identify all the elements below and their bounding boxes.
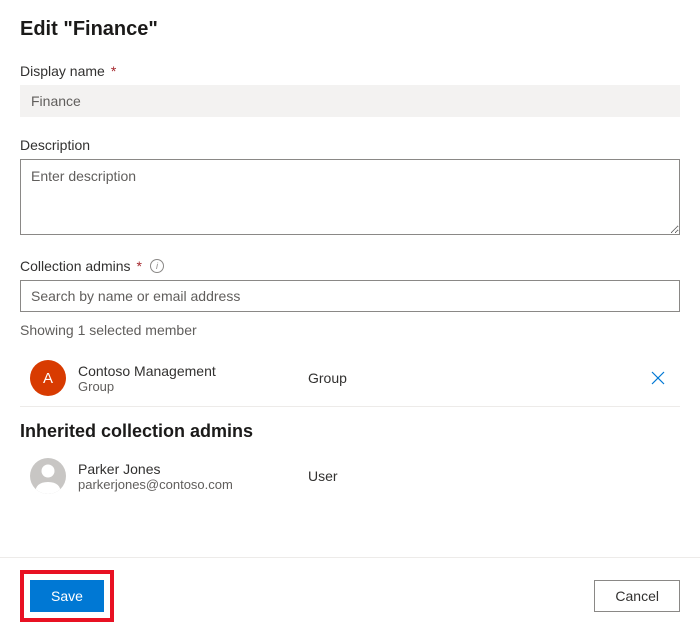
- group-avatar: A: [30, 360, 66, 396]
- description-textarea[interactable]: [20, 159, 680, 235]
- showing-count: Showing 1 selected member: [20, 322, 680, 338]
- description-label: Description: [20, 137, 680, 153]
- close-icon: [651, 371, 665, 385]
- member-subtitle: parkerjones@contoso.com: [78, 477, 308, 492]
- person-icon: [30, 458, 66, 494]
- display-name-label: Display name*: [20, 63, 680, 79]
- member-type: User: [308, 468, 672, 484]
- required-indicator: *: [137, 258, 142, 274]
- cancel-button[interactable]: Cancel: [594, 580, 680, 612]
- member-name: Parker Jones: [78, 461, 308, 477]
- collection-admins-search-input[interactable]: [20, 280, 680, 312]
- page-title: Edit "Finance": [20, 18, 680, 41]
- footer: Save Cancel: [0, 557, 700, 622]
- save-button[interactable]: Save: [30, 580, 104, 612]
- remove-member-button[interactable]: [644, 364, 672, 392]
- member-name: Contoso Management: [78, 363, 308, 379]
- member-type: Group: [308, 370, 644, 386]
- inherited-admins-heading: Inherited collection admins: [20, 421, 680, 442]
- member-row: A Contoso Management Group Group: [20, 350, 680, 407]
- collection-admins-label: Collection admins* i: [20, 258, 680, 274]
- required-indicator: *: [111, 63, 116, 79]
- display-name-input[interactable]: [20, 85, 680, 117]
- user-avatar: [30, 458, 66, 494]
- member-subtitle: Group: [78, 379, 308, 394]
- save-highlight: Save: [20, 570, 114, 622]
- inherited-member-row: Parker Jones parkerjones@contoso.com Use…: [20, 448, 680, 504]
- info-icon[interactable]: i: [150, 259, 164, 273]
